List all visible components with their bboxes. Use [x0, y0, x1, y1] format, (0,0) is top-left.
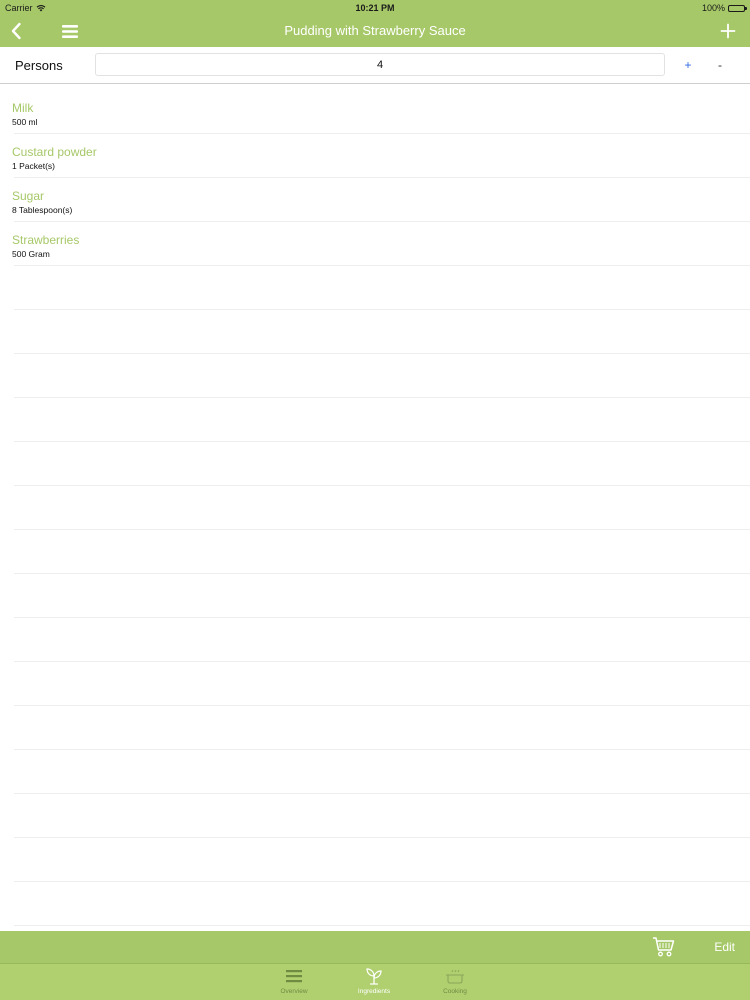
persons-increment-button[interactable]: + — [678, 56, 698, 74]
list-item-empty — [14, 266, 750, 310]
pot-icon — [446, 969, 464, 984]
hamburger-menu-icon — [62, 24, 78, 38]
persons-label: Persons — [15, 58, 63, 73]
tab-cooking[interactable]: Cooking — [420, 966, 490, 1000]
edit-button[interactable]: Edit — [714, 931, 735, 963]
status-time: 10:21 PM — [355, 3, 395, 13]
list-item-empty — [14, 354, 750, 398]
tab-bar: Overview Ingredients Cooking — [0, 963, 750, 1000]
ingredient-name: Milk — [12, 101, 34, 115]
battery-icon — [728, 4, 747, 12]
list-item[interactable]: Milk 500 ml — [12, 90, 750, 134]
list-item-empty — [14, 398, 750, 442]
plus-icon — [720, 23, 736, 39]
ingredient-list: Milk 500 ml Custard powder 1 Packet(s) S… — [0, 90, 750, 930]
bottom-toolbar: Edit — [0, 931, 750, 963]
list-item-empty — [14, 442, 750, 486]
persons-row: Persons + - — [0, 47, 750, 84]
header: Carrier 10:21 PM 100% Pudding with Straw… — [0, 0, 750, 47]
tab-label: Cooking — [443, 988, 467, 995]
shopping-cart-button[interactable] — [652, 936, 676, 958]
ingredient-amount: 8 Tablespoon(s) — [12, 205, 73, 215]
list-item-empty — [14, 486, 750, 530]
page-title: Pudding with Strawberry Sauce — [284, 23, 466, 38]
tab-label: Ingredients — [357, 988, 391, 995]
tab-overview[interactable]: Overview — [259, 966, 329, 1000]
ingredient-name: Sugar — [12, 189, 45, 203]
nav-bar: Pudding with Strawberry Sauce — [0, 15, 750, 47]
tab-label: Overview — [280, 988, 308, 995]
status-bar: Carrier 10:21 PM 100% — [0, 0, 750, 15]
persons-decrement-button[interactable]: - — [710, 56, 730, 74]
list-item[interactable]: Sugar 8 Tablespoon(s) — [12, 178, 750, 222]
list-item-empty — [14, 662, 750, 706]
list-item[interactable]: Strawberries 500 Gram — [12, 222, 750, 266]
ingredient-amount: 1 Packet(s) — [12, 161, 55, 171]
chevron-left-icon — [11, 22, 21, 40]
list-item-empty — [14, 530, 750, 574]
ingredient-amount: 500 ml — [12, 117, 38, 127]
persons-input[interactable] — [95, 53, 665, 76]
list-item-empty — [14, 750, 750, 794]
tab-ingredients[interactable]: Ingredients — [339, 966, 409, 1000]
list-item-empty — [14, 882, 750, 926]
list-item-empty — [14, 706, 750, 750]
battery-percent: 100% — [701, 3, 725, 13]
back-button[interactable] — [6, 20, 26, 42]
list-item-empty — [14, 618, 750, 662]
list-item-empty — [14, 794, 750, 838]
list-item-empty — [14, 310, 750, 354]
list-item-empty — [14, 838, 750, 882]
sprout-icon — [366, 968, 382, 985]
menu-button[interactable] — [60, 21, 80, 41]
ingredient-amount: 500 Gram — [12, 249, 50, 259]
list-item-empty — [14, 574, 750, 618]
add-button[interactable] — [718, 20, 738, 42]
ingredient-name: Strawberries — [12, 233, 80, 247]
status-battery: 100% — [701, 3, 747, 13]
list-item[interactable]: Custard powder 1 Packet(s) — [12, 134, 750, 178]
ingredient-name: Custard powder — [12, 145, 97, 159]
shopping-cart-icon — [653, 937, 675, 957]
list-icon — [286, 970, 302, 983]
